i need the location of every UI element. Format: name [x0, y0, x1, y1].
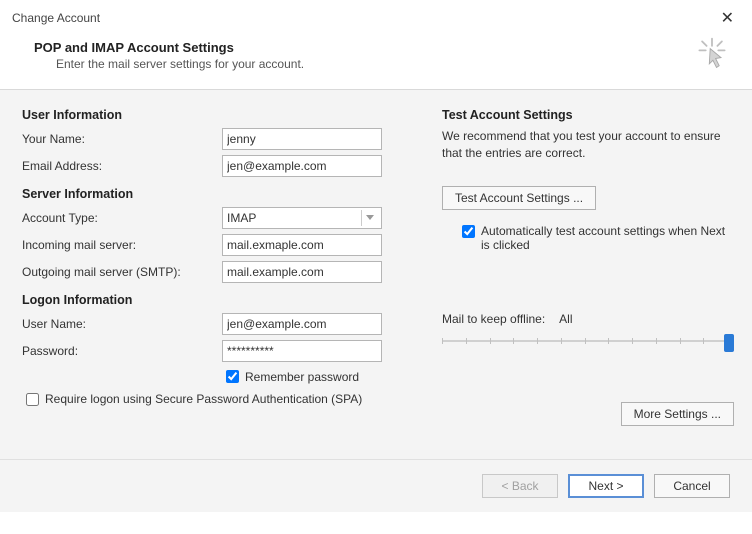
auto-test-checkbox[interactable]	[462, 225, 475, 238]
email-label: Email Address:	[22, 159, 222, 173]
incoming-label: Incoming mail server:	[22, 238, 222, 252]
left-column: User Information Your Name: Email Addres…	[22, 104, 422, 449]
account-type-value: IMAP	[227, 211, 256, 225]
spa-checkbox[interactable]	[26, 393, 39, 406]
your-name-label: Your Name:	[22, 132, 222, 146]
header-title: POP and IMAP Account Settings	[34, 40, 744, 55]
cursor-click-icon	[694, 36, 730, 72]
slider-label: Mail to keep offline:	[442, 312, 545, 326]
password-input[interactable]	[222, 340, 382, 362]
title-bar: Change Account ✕	[0, 0, 752, 32]
remember-password-checkbox[interactable]	[226, 370, 239, 383]
password-label: Password:	[22, 344, 222, 358]
user-info-head: User Information	[22, 108, 422, 122]
account-type-select: IMAP	[222, 207, 382, 229]
next-button[interactable]: Next >	[568, 474, 644, 498]
auto-test-label: Automatically test account settings when…	[481, 224, 731, 252]
slider-value: All	[559, 312, 572, 326]
username-input[interactable]	[222, 313, 382, 335]
test-account-button[interactable]: Test Account Settings ...	[442, 186, 596, 210]
email-input[interactable]	[222, 155, 382, 177]
logon-info-head: Logon Information	[22, 293, 422, 307]
slider-thumb[interactable]	[724, 334, 734, 352]
server-info-head: Server Information	[22, 187, 422, 201]
outgoing-label: Outgoing mail server (SMTP):	[22, 265, 222, 279]
right-column: Test Account Settings We recommend that …	[422, 104, 734, 449]
slider-ticks	[442, 338, 728, 344]
offline-slider-area: Mail to keep offline: All	[442, 312, 734, 352]
recommend-text: We recommend that you test your account …	[442, 128, 734, 162]
header-subtitle: Enter the mail server settings for your …	[56, 57, 744, 71]
incoming-input[interactable]	[222, 234, 382, 256]
more-settings-button[interactable]: More Settings ...	[621, 402, 734, 426]
account-type-label: Account Type:	[22, 211, 222, 225]
outgoing-input[interactable]	[222, 261, 382, 283]
chevron-down-icon	[361, 210, 377, 226]
spa-label: Require logon using Secure Password Auth…	[45, 392, 362, 408]
username-label: User Name:	[22, 317, 222, 331]
body: User Information Your Name: Email Addres…	[0, 89, 752, 459]
wizard-header: POP and IMAP Account Settings Enter the …	[0, 32, 752, 89]
close-icon[interactable]: ✕	[715, 8, 740, 28]
test-settings-head: Test Account Settings	[442, 108, 734, 122]
cancel-button[interactable]: Cancel	[654, 474, 730, 498]
remember-password-label: Remember password	[245, 370, 359, 384]
offline-slider[interactable]	[442, 334, 734, 352]
back-button[interactable]: < Back	[482, 474, 558, 498]
window-title: Change Account	[12, 11, 100, 25]
wizard-footer: < Back Next > Cancel	[0, 459, 752, 512]
your-name-input[interactable]	[222, 128, 382, 150]
